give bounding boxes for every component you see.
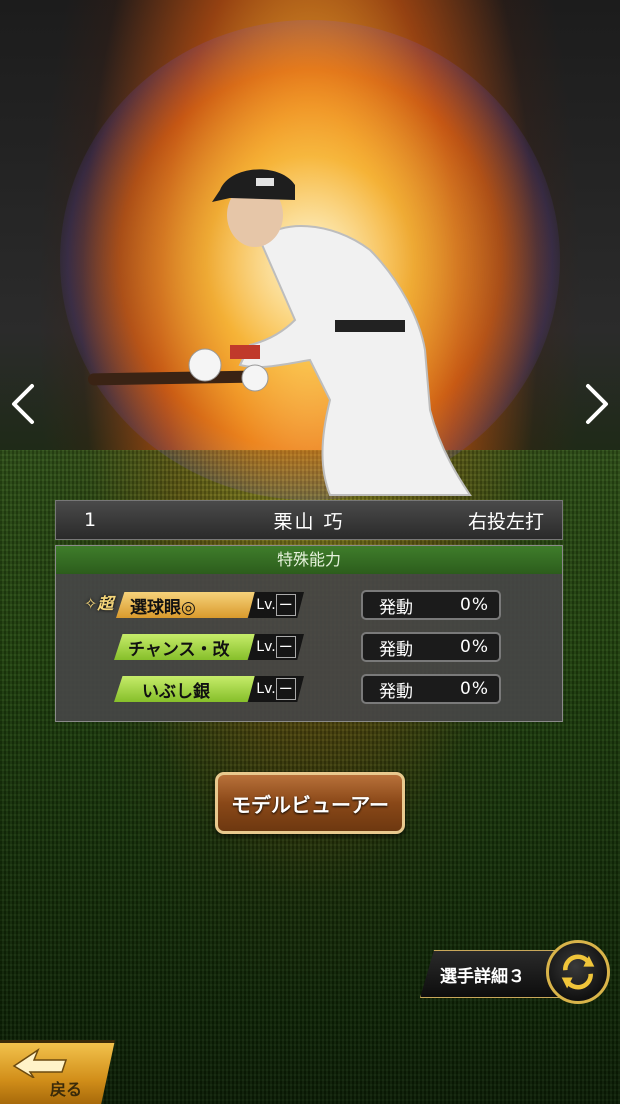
- swap-view-button[interactable]: [546, 940, 610, 1004]
- trigger-rate-box: 発動 0%: [361, 674, 501, 704]
- trigger-value: 0%: [460, 595, 489, 615]
- previous-player-arrow-icon[interactable]: [8, 382, 38, 426]
- trigger-rate-box: 発動 0%: [361, 590, 501, 620]
- special-abilities-header: 特殊能力: [56, 546, 562, 574]
- trigger-label: 発動: [379, 681, 413, 702]
- player-detail-tab[interactable]: 選手詳細３: [420, 950, 560, 998]
- level-label: Lv.: [256, 681, 276, 697]
- next-player-arrow-icon[interactable]: [582, 382, 612, 426]
- player-image: [80, 150, 480, 500]
- player-info-bar: 1 栗山 巧 右投左打: [55, 500, 563, 540]
- ability-name: いぶし銀: [142, 681, 210, 702]
- level-label: Lv.: [256, 597, 276, 613]
- ability-row[interactable]: チャンス・改 Lv. ー 発動 0%: [56, 630, 562, 664]
- ability-level-tag: Lv. ー: [248, 676, 304, 702]
- player-detail-label: 選手詳細３: [440, 967, 525, 987]
- trigger-label: 発動: [379, 639, 413, 660]
- back-button[interactable]: 戻る: [0, 1040, 115, 1104]
- swap-arrows-icon: [561, 954, 595, 990]
- ability-name-tag: 選球眼◎: [116, 592, 256, 618]
- level-value: ー: [275, 594, 296, 616]
- back-label: 戻る: [50, 1080, 83, 1099]
- model-viewer-button[interactable]: モデルビューアー: [215, 772, 405, 834]
- player-handedness: 右投左打: [467, 510, 544, 533]
- ability-name-tag: いぶし銀: [114, 676, 256, 702]
- back-arrow-icon: [12, 1048, 68, 1078]
- super-ability-mark: ✧超: [84, 594, 114, 613]
- ability-row[interactable]: ✧超 選球眼◎ Lv. ー 発動 0%: [56, 588, 562, 622]
- ability-row[interactable]: いぶし銀 Lv. ー 発動 0%: [56, 672, 562, 706]
- level-value: ー: [275, 678, 296, 700]
- ability-name-tag: チャンス・改: [114, 634, 256, 660]
- special-abilities-panel: 特殊能力 ✧超 選球眼◎ Lv. ー 発動 0% チャンス・改 Lv. ー 発動 0…: [55, 545, 563, 722]
- trigger-value: 0%: [460, 637, 489, 657]
- trigger-rate-box: 発動 0%: [361, 632, 501, 662]
- trigger-label: 発動: [379, 597, 413, 618]
- ability-name: 選球眼◎: [130, 597, 196, 618]
- ability-level-tag: Lv. ー: [248, 634, 304, 660]
- level-label: Lv.: [256, 639, 276, 655]
- ability-level-tag: Lv. ー: [248, 592, 304, 618]
- ability-name: チャンス・改: [128, 639, 230, 660]
- level-value: ー: [275, 636, 296, 658]
- trigger-value: 0%: [460, 679, 489, 699]
